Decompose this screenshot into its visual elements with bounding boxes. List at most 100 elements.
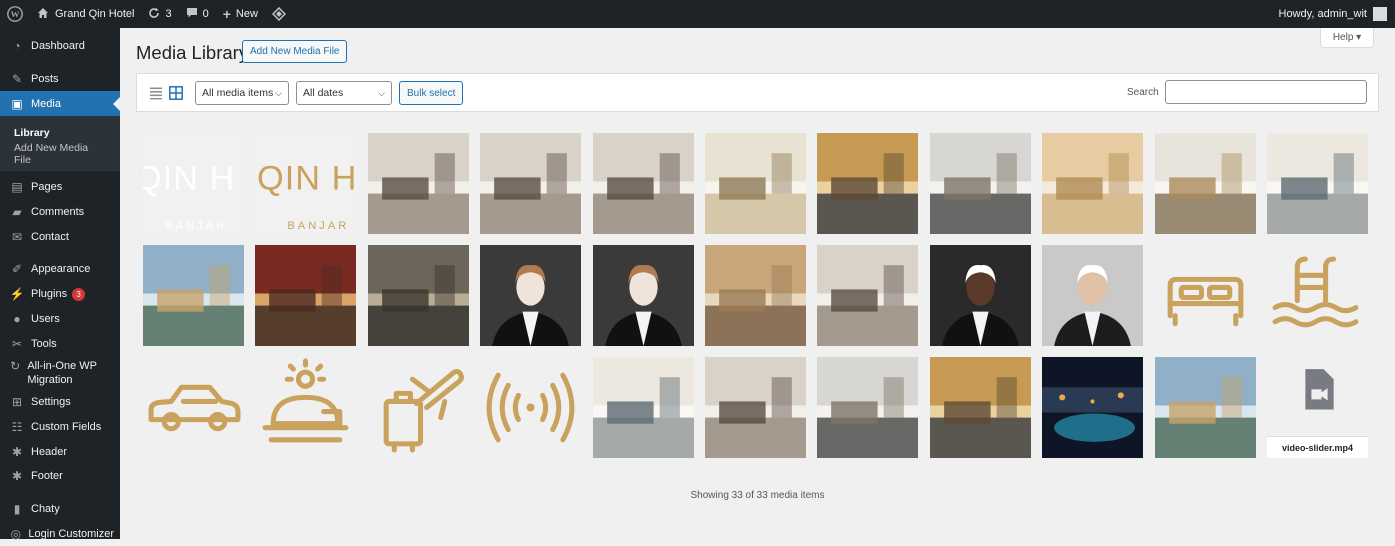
- media-submenu: Library Add New Media File: [0, 116, 120, 172]
- account-menu[interactable]: Howdy, admin_wit: [1279, 7, 1395, 21]
- media-search-input[interactable]: [1165, 80, 1367, 104]
- users-icon: ●: [13, 311, 21, 326]
- brush-icon: ✐: [11, 262, 23, 277]
- media-thumbnail-staff-man[interactable]: [929, 245, 1031, 346]
- list-view-icon[interactable]: [149, 86, 163, 100]
- media-type-filter[interactable]: All media items ⌵: [195, 81, 289, 105]
- menu-custom-fields[interactable]: ☷ Custom Fields: [0, 415, 120, 440]
- media-thumbnail-luggage-plane-icon[interactable]: [367, 357, 469, 458]
- media-thumbnail-banquet[interactable]: [255, 245, 357, 346]
- media-thumbnail-lounge[interactable]: [705, 245, 806, 346]
- media-thumbnail-bedroom[interactable]: [480, 133, 582, 234]
- comments-count: 0: [202, 8, 209, 20]
- add-new-media-button[interactable]: Add New Media File: [242, 40, 348, 63]
- media-thumbnail-room-service-icon[interactable]: [255, 357, 357, 458]
- new-content-link[interactable]: + New: [216, 0, 265, 28]
- wrench-icon: ✂: [11, 336, 23, 351]
- media-thumbnail-wifi-signal-icon[interactable]: [480, 357, 582, 458]
- media-thumbnail-meeting-room[interactable]: [367, 245, 469, 346]
- page-title: Media Library: [136, 42, 249, 63]
- media-filename: video-slider.mp4: [1267, 436, 1368, 458]
- menu-footer[interactable]: ✱ Footer: [0, 464, 120, 489]
- mail-icon: ✉: [11, 229, 23, 244]
- media-thumbnail-pool-night[interactable]: [1042, 357, 1144, 458]
- media-thumbnail-ballroom[interactable]: [817, 133, 919, 234]
- menu-posts[interactable]: ✎ Posts: [0, 67, 120, 92]
- wordpress-logo-icon[interactable]: W: [0, 0, 30, 28]
- dashboard-icon: ◔: [13, 39, 21, 54]
- migration-icon: ↻: [10, 359, 21, 374]
- svg-text:W: W: [11, 9, 20, 19]
- plugin-icon: ⚡: [9, 287, 25, 302]
- media-thumbnail-car-icon[interactable]: [143, 357, 244, 458]
- new-label: New: [235, 8, 258, 20]
- grid-view-icon[interactable]: [169, 86, 183, 100]
- menu-settings[interactable]: ⊞ Settings: [0, 390, 120, 415]
- media-thumbnail-ballroom[interactable]: [929, 357, 1031, 458]
- search-label: Search: [1127, 87, 1159, 98]
- updates-icon: [148, 7, 160, 22]
- menu-all-in-one-migration[interactable]: ↻ All-in-One WP Migration: [0, 356, 120, 390]
- submenu-add-new[interactable]: Add New Media File: [0, 142, 120, 166]
- media-thumbnail-logo[interactable]: QIN H BANJAR: [143, 133, 244, 234]
- help-tab-button[interactable]: Help ▾: [1320, 28, 1374, 48]
- media-thumbnail-gym[interactable]: [929, 133, 1031, 234]
- updates-count: 3: [165, 8, 172, 20]
- media-thumbnail-buffet[interactable]: [1267, 133, 1368, 234]
- plugins-update-badge: 3: [72, 287, 86, 301]
- bulk-select-button[interactable]: Bulk select: [399, 81, 464, 105]
- plus-icon: +: [222, 6, 231, 22]
- menu-media[interactable]: ▣ Media: [0, 91, 120, 117]
- menu-login-customizer[interactable]: ◎ Login Customizer: [0, 521, 120, 546]
- menu-comments[interactable]: ▰ Comments: [0, 200, 120, 225]
- media-thumbnail-logo[interactable]: QIN H BANJAR: [255, 133, 357, 234]
- menu-pages[interactable]: ▤ Pages: [0, 175, 120, 200]
- menu-chaty[interactable]: ▮ Chaty: [0, 497, 120, 522]
- greeting: Howdy, admin_wit: [1278, 8, 1367, 20]
- main-content: Help ▾ Media Library Add New Media File …: [120, 28, 1395, 539]
- menu-users[interactable]: ● Users: [0, 307, 120, 332]
- media-thumbnail-receptionist[interactable]: [480, 245, 582, 346]
- media-thumbnail-video[interactable]: video-slider.mp4: [1267, 357, 1368, 458]
- comments-link[interactable]: 0: [179, 0, 216, 28]
- media-icon: ▣: [11, 96, 23, 111]
- media-thumbnail-pool-icon[interactable]: [1267, 245, 1368, 346]
- svg-text:QIN H: QIN H: [143, 160, 235, 198]
- menu-plugins[interactable]: ⚡ Plugins 3: [0, 282, 120, 307]
- svg-text:BANJAR: BANJAR: [288, 220, 350, 232]
- menu-header[interactable]: ✱ Header: [0, 439, 120, 464]
- menu-appearance[interactable]: ✐ Appearance: [0, 257, 120, 282]
- media-thumbnail-bedroom[interactable]: [592, 133, 694, 234]
- menu-tools[interactable]: ✂ Tools: [0, 331, 120, 356]
- settings-icon: ⊞: [11, 395, 23, 410]
- updates-link[interactable]: 3: [141, 0, 178, 28]
- svg-text:QIN H: QIN H: [257, 160, 356, 198]
- avatar: [1373, 7, 1387, 21]
- menu-dashboard[interactable]: ◔ Dashboard: [0, 34, 120, 59]
- admin-bar: W Grand Qin Hotel 3 0 + New Howdy, admin…: [0, 0, 1395, 28]
- chat-icon: ▮: [13, 501, 21, 516]
- site-name-link[interactable]: Grand Qin Hotel: [30, 0, 141, 28]
- media-toolbar: All media items ⌵ All dates ⌵ Bulk selec…: [136, 73, 1379, 112]
- menu-contact[interactable]: ✉ Contact: [0, 224, 120, 249]
- media-thumbnail-bedroom[interactable]: [817, 245, 919, 346]
- media-thumbnail-restaurant[interactable]: [1154, 133, 1256, 234]
- date-filter[interactable]: All dates ⌵: [296, 81, 392, 105]
- media-thumbnail-receptionist[interactable]: [592, 245, 694, 346]
- media-thumbnail-bed-icon[interactable]: [1154, 245, 1256, 346]
- media-thumbnail-man-portrait[interactable]: [1042, 245, 1144, 346]
- media-thumbnail-buffet[interactable]: [592, 357, 694, 458]
- media-thumbnail-lobby[interactable]: [705, 133, 806, 234]
- media-thumbnail-garden-lounge[interactable]: [143, 245, 244, 346]
- media-thumbnail-bedroom[interactable]: [705, 357, 806, 458]
- comment-bubble-icon: [186, 7, 198, 22]
- chevron-down-icon: ⌵: [378, 88, 385, 98]
- comments-icon: ▰: [12, 205, 22, 220]
- media-thumbnail-gym[interactable]: [817, 357, 919, 458]
- pages-icon: ▤: [11, 180, 23, 195]
- submenu-library[interactable]: Library: [0, 122, 120, 143]
- media-thumbnail-marble-hall[interactable]: [1042, 133, 1144, 234]
- media-thumbnail-garden-lounge[interactable]: [1154, 357, 1256, 458]
- plugin-diamond-icon[interactable]: [265, 0, 293, 28]
- media-thumbnail-bedroom[interactable]: [367, 133, 469, 234]
